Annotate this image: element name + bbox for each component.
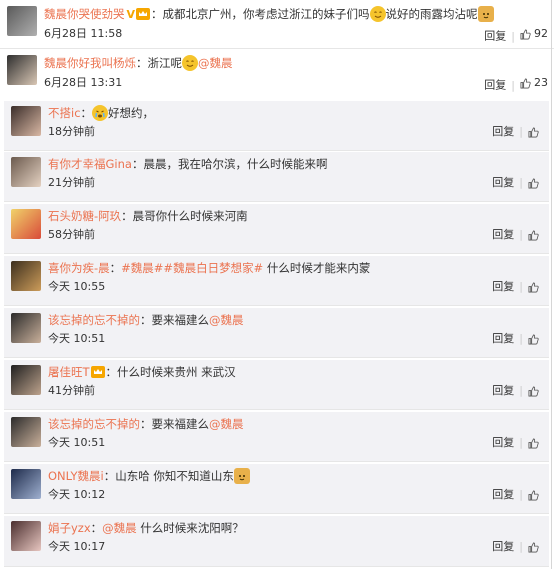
- avatar[interactable]: [7, 55, 37, 85]
- reply-time: 41分钟前: [48, 384, 95, 397]
- comment-item: 魏晨你哭使劲哭 V ：成都北京广州，你考虑过浙江的妹子们吗 说好的雨露均沾呢 6月28…: [0, 0, 554, 48]
- reply-item: 娟子yzx：@魏晨 什么时候来沈阳啊？ 今天 10:17 回复 |: [4, 516, 549, 567]
- reply-item: ONLY魏晨i：山东哈 你知不知道山东 今天 10:12 回复 |: [4, 464, 549, 514]
- like-count: 92: [534, 27, 548, 40]
- reply-button[interactable]: 回复: [492, 280, 514, 293]
- reply-time: 21分钟前: [48, 176, 95, 189]
- reply-button[interactable]: 回复: [492, 436, 514, 449]
- username-link[interactable]: ONLY魏晨i: [48, 469, 104, 483]
- comment-text: ：成都北京广州，你考虑过浙江的妹子们吗: [151, 7, 370, 21]
- reply-time: 58分钟前: [48, 228, 95, 241]
- reply-time: 今天 10:51: [48, 436, 106, 449]
- thumbs-up-icon[interactable]: [528, 386, 539, 397]
- mention-link[interactable]: @魏晨: [209, 313, 244, 327]
- comment-time: 6月28日 13:31: [44, 76, 123, 89]
- reply-time: 今天 10:51: [48, 332, 106, 345]
- username-link[interactable]: 娟子yzx: [48, 521, 91, 535]
- reply-time: 今天 10:17: [48, 540, 106, 553]
- thumbs-up-icon: [520, 78, 531, 88]
- reply-button[interactable]: 回复: [492, 125, 514, 138]
- reply-item: 该忘掉的忘不掉的：要来福建么@魏晨 今天 10:51 回复 |: [4, 308, 549, 358]
- avatar[interactable]: [11, 157, 41, 187]
- avatar[interactable]: [7, 6, 37, 36]
- reply-item: 该忘掉的忘不掉的：要来福建么@魏晨 今天 10:51 回复 |: [4, 412, 549, 462]
- avatar[interactable]: [11, 365, 41, 395]
- username-link[interactable]: 石头奶糖-阿玖: [48, 209, 121, 223]
- username-link[interactable]: 屠佳旺T: [48, 365, 90, 379]
- smile-emoji-icon: [369, 6, 386, 22]
- mention-link[interactable]: @魏晨: [198, 56, 233, 70]
- like-count: 23: [534, 76, 548, 89]
- avatar[interactable]: [11, 313, 41, 343]
- thumbs-up-icon[interactable]: [528, 542, 539, 553]
- avatar[interactable]: [11, 469, 41, 499]
- thumbs-up-icon[interactable]: [528, 282, 539, 293]
- smile-emoji-icon: [182, 55, 198, 71]
- username-link[interactable]: 魏晨你哭使劲哭: [44, 7, 125, 21]
- reply-button[interactable]: 回复: [484, 30, 506, 43]
- thumbs-up-icon[interactable]: [528, 178, 539, 189]
- reply-button[interactable]: 回复: [492, 384, 514, 397]
- reply-button[interactable]: 回复: [492, 488, 514, 501]
- reply-item: 石头奶糖-阿玖：晨哥你什么时候来河南 58分钟前 回复 |: [4, 204, 549, 254]
- avatar[interactable]: [11, 417, 41, 447]
- like-button[interactable]: 92: [520, 27, 548, 41]
- reply-button[interactable]: 回复: [492, 228, 514, 241]
- verified-v-icon: V: [126, 8, 136, 21]
- comment-time: 6月28日 11:58: [44, 27, 123, 40]
- mention-link[interactable]: @魏晨: [102, 521, 137, 535]
- thumbs-up-icon[interactable]: [528, 438, 539, 449]
- username-link[interactable]: 魏晨你好我叫杨烁: [44, 56, 136, 70]
- reply-button[interactable]: 回复: [492, 540, 514, 553]
- thumbs-up-icon[interactable]: [528, 230, 539, 241]
- avatar[interactable]: [11, 261, 41, 291]
- crown-badge-icon: [90, 366, 105, 378]
- reply-button[interactable]: 回复: [484, 79, 506, 92]
- username-link[interactable]: 不搭ic: [48, 106, 81, 120]
- username-link[interactable]: 喜你为疾-晨: [48, 261, 110, 275]
- comment-text-2: 说好的雨露均沾呢: [385, 7, 478, 21]
- thumbs-up-icon: [520, 29, 531, 39]
- avatar[interactable]: [11, 209, 41, 239]
- scrollbar-track[interactable]: [551, 0, 552, 569]
- thumbs-up-icon[interactable]: [528, 490, 539, 501]
- mention-link[interactable]: @魏晨: [209, 417, 244, 431]
- thumbs-up-icon[interactable]: [528, 127, 539, 138]
- cat-emoji-icon: [233, 468, 250, 484]
- reply-time: 今天 10:55: [48, 280, 106, 293]
- reply-item: 不搭ic： 好想约， 18分钟前 回复 |: [4, 101, 549, 151]
- username-link[interactable]: 该忘掉的忘不掉的: [48, 313, 140, 327]
- avatar[interactable]: [11, 106, 41, 136]
- reply-item: 有你才幸福Gina：晨晨，我在哈尔滨，什么时候能来啊 21分钟前 回复 |: [4, 152, 549, 202]
- hashtag-link[interactable]: #魏晨##魏晨白日梦想家#: [121, 261, 263, 275]
- crown-badge-icon: [136, 8, 151, 20]
- reply-item: 喜你为疾-晨：#魏晨##魏晨白日梦想家# 什么时候才能来内蒙 今天 10:55 …: [4, 256, 549, 306]
- avatar[interactable]: [11, 521, 41, 551]
- reply-time: 今天 10:12: [48, 488, 106, 501]
- cat-emoji-icon: [477, 6, 494, 22]
- reply-button[interactable]: 回复: [492, 176, 514, 189]
- username-link[interactable]: 有你才幸福Gina: [48, 157, 132, 171]
- crying-emoji-icon: [92, 105, 109, 121]
- like-button[interactable]: 23: [520, 76, 548, 90]
- reply-item: 屠佳旺T ：什么时候来贵州 来武汉 41分钟前 回复 |: [4, 360, 549, 410]
- reply-button[interactable]: 回复: [492, 332, 514, 345]
- comment-item: 魏晨你好我叫杨烁：浙江呢 @魏晨 6月28日 13:31 回复 | 23: [0, 49, 554, 97]
- reply-time: 18分钟前: [48, 125, 95, 138]
- thumbs-up-icon[interactable]: [528, 334, 539, 345]
- comment-text: ：浙江呢: [136, 56, 182, 70]
- username-link[interactable]: 该忘掉的忘不掉的: [48, 417, 140, 431]
